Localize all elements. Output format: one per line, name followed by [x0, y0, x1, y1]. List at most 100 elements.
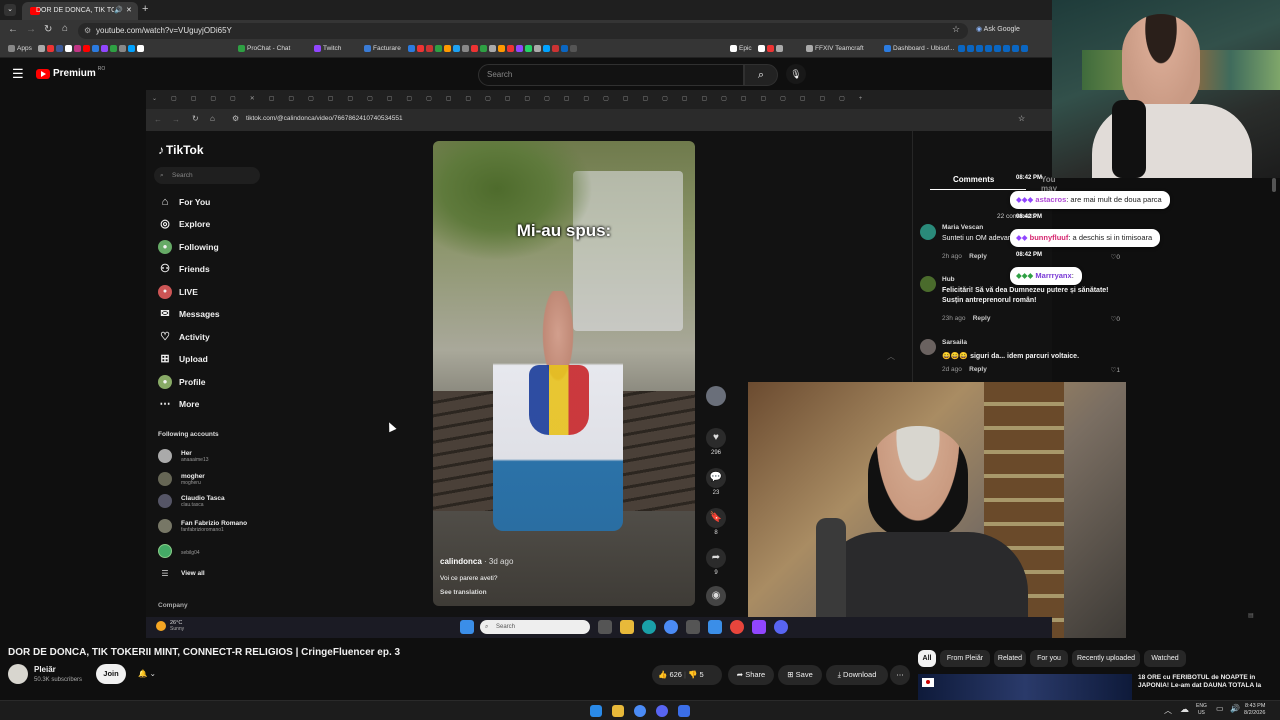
following-account[interactable]: Claudio Tasca clau.tasca	[158, 494, 225, 508]
windows-start-icon[interactable]	[460, 620, 474, 634]
bookmark-apps[interactable]: Apps	[8, 45, 32, 52]
save-video-button[interactable]: 🔖 8	[705, 508, 727, 536]
bookmark-dashboard[interactable]: Dashboard - Ubisof...	[884, 45, 954, 52]
menu-icon[interactable]: ☰	[12, 66, 24, 82]
reload-icon[interactable]: ↻	[44, 24, 52, 35]
reply-button[interactable]: Reply	[973, 315, 991, 322]
inner-site-info-icon[interactable]: ⚙	[232, 114, 239, 123]
weather-widget[interactable]: 26°C Sunny	[156, 620, 184, 632]
chrome-active-icon[interactable]	[730, 620, 744, 634]
chip-recently-uploaded[interactable]: Recently uploaded	[1072, 650, 1140, 667]
nav-explore[interactable]: ◎ Explore	[158, 215, 210, 233]
task-view-icon[interactable]	[598, 620, 612, 634]
chip-watched[interactable]: Watched	[1144, 650, 1186, 667]
download-button[interactable]: ⤓ Download	[826, 665, 888, 685]
tray-cloud-icon[interactable]: ☁	[1180, 704, 1189, 715]
file-explorer-icon[interactable]	[620, 620, 634, 634]
app-icon[interactable]	[752, 620, 766, 634]
nav-more[interactable]: ⋯ More	[158, 395, 200, 413]
nav-for-you[interactable]: ⌂ For You	[158, 193, 211, 211]
next-video-title[interactable]: 18 ORE cu FERIBOTUL de NOAPTE in JAPONIA…	[1138, 674, 1274, 700]
tiktok-logo[interactable]: ♪ TikTok	[158, 143, 204, 157]
inner-bookmark-icon[interactable]: ☆	[1018, 114, 1025, 123]
right-panel-scrollbar[interactable]	[1272, 178, 1276, 192]
following-account[interactable]: sebilg04	[158, 544, 200, 558]
forward-icon[interactable]: →	[26, 24, 36, 35]
nav-activity[interactable]: ♡ Activity	[158, 328, 210, 346]
store-icon[interactable]	[686, 620, 700, 634]
share-video-button[interactable]: ➦ 9	[705, 548, 727, 576]
chip-for-you[interactable]: For you	[1030, 650, 1068, 667]
tab-comments[interactable]: Comments	[953, 175, 994, 184]
join-button[interactable]: Join	[96, 664, 126, 684]
network-icon[interactable]: ▭	[1216, 704, 1224, 713]
discord-icon[interactable]	[774, 620, 788, 634]
chip-all[interactable]: All	[918, 650, 936, 667]
youtube-logo[interactable]: Premium RO	[36, 66, 105, 79]
home-icon[interactable]: ⌂	[62, 23, 68, 34]
comment-like-button[interactable]: ♡0	[1111, 315, 1120, 323]
language-indicator[interactable]: ENG US	[1196, 703, 1207, 717]
url-field[interactable]: ⚙ youtube.com/watch?v=VUguyjODi65Y	[78, 23, 968, 39]
inner-url-text[interactable]: tiktok.com/@calindonca/video/76678624107…	[246, 115, 403, 122]
comment-like-button[interactable]: ♡0	[1111, 253, 1120, 261]
youtube-search-input[interactable]: Search	[478, 64, 744, 86]
active-tab[interactable]: DOR DE DONCA, TIK TOKERII MINT 🔊 ✕	[22, 2, 138, 20]
chip-related[interactable]: Related	[994, 650, 1026, 667]
nav-friends[interactable]: ⚇ Friends	[158, 260, 210, 278]
youtube-search-button[interactable]: ⌕	[744, 64, 778, 86]
nav-messages[interactable]: ✉ Messages	[158, 305, 219, 323]
notifications-button[interactable]: 🔔 ⌄	[130, 664, 164, 684]
comment-like-button[interactable]: ♡1	[1111, 366, 1120, 374]
tiktok-video[interactable]: Mi-au spus: calindonca · 3d ago Voi ce p…	[433, 141, 695, 606]
company-link[interactable]: Company	[158, 602, 188, 609]
edge-icon[interactable]	[642, 620, 656, 634]
following-account[interactable]: Fan Fabrizio Romano fanfabrizioromano1	[158, 519, 247, 533]
inner-forward-icon[interactable]: →	[172, 115, 180, 124]
like-button[interactable]: 👍 626	[658, 670, 682, 679]
nav-following[interactable]: ● Following	[158, 238, 219, 256]
bookmark-prochat[interactable]: ProChat - Chat	[238, 45, 290, 52]
chrome-icon[interactable]	[634, 705, 646, 717]
bookmark-star-icon[interactable]: ☆	[952, 24, 960, 35]
dislike-button[interactable]: 👎 5	[688, 670, 704, 679]
more-actions-button[interactable]: ⋯	[890, 665, 910, 685]
inner-home-icon[interactable]: ⌂	[210, 114, 215, 123]
windows-start-icon[interactable]	[590, 705, 602, 717]
voice-search-button[interactable]: 🎙	[786, 64, 806, 84]
clock[interactable]: 8:43 PM 8/2/2026	[1244, 703, 1265, 717]
ask-google-button[interactable]: ◉ Ask Google	[976, 25, 1020, 33]
comment-button[interactable]: 💬 23	[705, 468, 727, 496]
bookmark-ffxiv[interactable]: FFXIV Teamcraft	[806, 45, 864, 52]
nav-upload[interactable]: ⊞ Upload	[158, 350, 207, 368]
channel-avatar[interactable]	[8, 664, 28, 684]
new-tab-button[interactable]: +	[142, 3, 148, 15]
creator-avatar-button[interactable]	[705, 386, 727, 408]
bookmark-twitch[interactable]: Twitch	[314, 45, 341, 52]
chrome-icon[interactable]	[664, 620, 678, 634]
following-account[interactable]: mogher mogheru	[158, 472, 205, 486]
view-all-link[interactable]: ☰ View all	[158, 569, 204, 578]
following-account[interactable]: Her anaaaime13	[158, 449, 209, 463]
save-button[interactable]: ⊞ Save	[778, 665, 822, 685]
discord-icon[interactable]	[656, 705, 668, 717]
share-button[interactable]: ➦ Share	[728, 665, 774, 685]
inner-back-icon[interactable]: ←	[154, 115, 162, 124]
see-translation-link[interactable]: See translation	[440, 589, 487, 596]
inner-reload-icon[interactable]: ↻	[192, 114, 199, 123]
bookmark-facturare[interactable]: Facturare	[364, 45, 401, 52]
next-video-thumbnail[interactable]	[918, 674, 1132, 700]
tray-chevron-icon[interactable]: ︿	[1164, 705, 1172, 716]
tiktok-search-input[interactable]: ⌕ Search	[154, 167, 260, 184]
scroll-top-icon[interactable]: ︿	[887, 351, 895, 362]
chip-from-channel[interactable]: From Pleiăr	[940, 650, 990, 667]
tab-list-button[interactable]: ⌄	[4, 4, 16, 16]
reply-button[interactable]: Reply	[969, 366, 987, 373]
volume-icon[interactable]: 🔊	[1230, 704, 1240, 713]
channel-name[interactable]: Pleiăr	[34, 665, 56, 674]
like-button[interactable]: ♥ 296	[705, 428, 727, 456]
bookmark-epic[interactable]: Epic	[730, 45, 752, 52]
inner-taskbar-search[interactable]: ⌕ Search	[480, 620, 590, 634]
nav-live[interactable]: ● LIVE	[158, 283, 198, 301]
tab-close-icon[interactable]: ✕	[126, 2, 132, 20]
